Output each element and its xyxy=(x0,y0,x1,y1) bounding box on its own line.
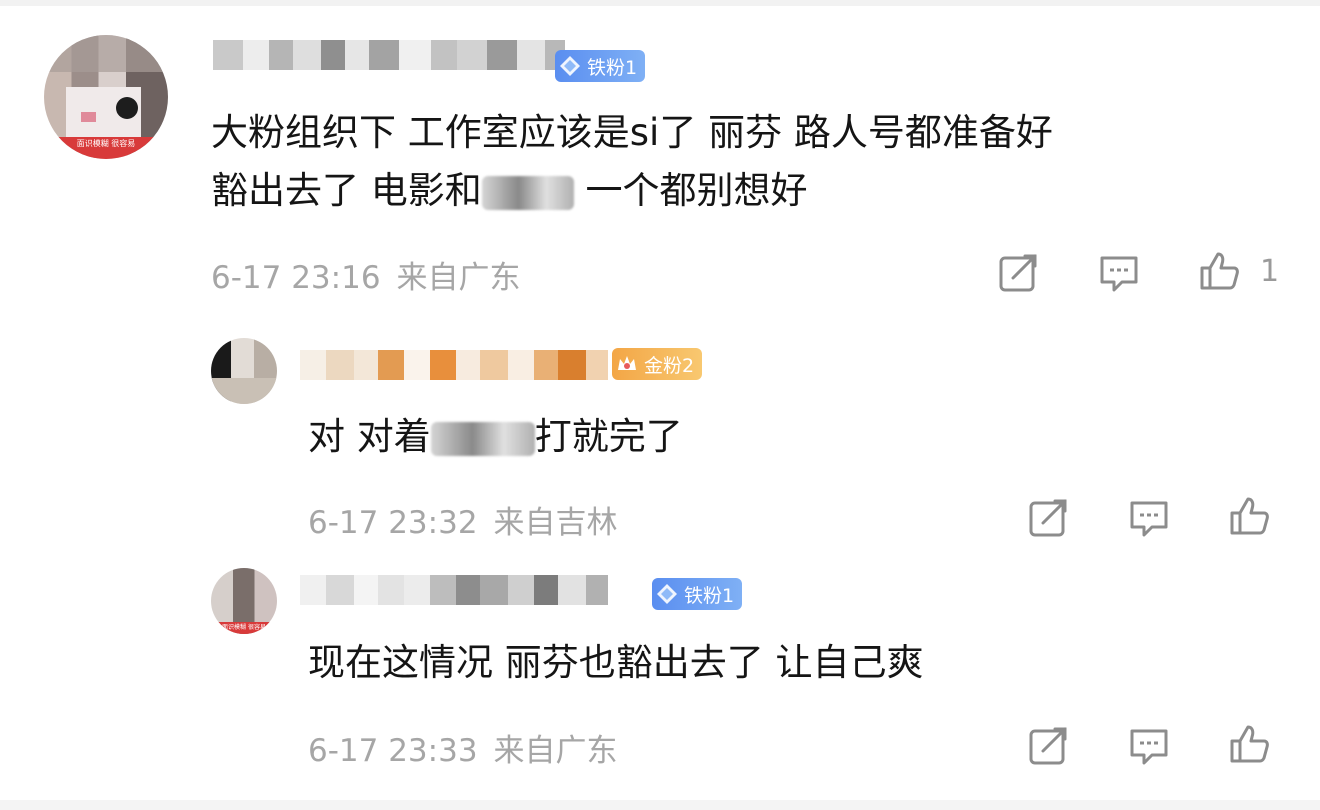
timestamp: 6-17 23:16 xyxy=(211,260,381,296)
comment-thread: 面识模糊 很容易 铁粉1 大粉组织下 工作室应该是si了 丽芬 路人号都准备好 … xyxy=(0,0,1320,810)
avatar[interactable]: 面识模糊 很容易 xyxy=(211,568,277,634)
timestamp: 6-17 23:33 xyxy=(308,733,478,769)
share-icon xyxy=(1029,499,1067,537)
like-icon xyxy=(1230,725,1269,763)
like-icon xyxy=(1200,252,1239,290)
comment-text-part: 一个都别想好 xyxy=(573,169,808,212)
badge-label: 铁粉1 xyxy=(684,584,735,607)
diamond-icon xyxy=(656,583,678,605)
crown-icon xyxy=(616,353,638,375)
reply-button[interactable] xyxy=(1128,725,1170,767)
like-button[interactable] xyxy=(1198,250,1240,292)
badge-label: 铁粉1 xyxy=(587,56,638,79)
share-button[interactable] xyxy=(1027,497,1069,539)
diamond-icon xyxy=(559,55,581,77)
comment-text-part: 打就完了 xyxy=(534,415,683,458)
like-button[interactable] xyxy=(1228,495,1270,537)
like-icon xyxy=(1230,497,1269,535)
comment-text: 现在这情况 丽芬也豁出去了 让自己爽 xyxy=(308,641,924,684)
fan-level-badge: 铁粉1 xyxy=(652,578,743,610)
comment-text-part: 豁出去了 电影和 xyxy=(211,169,482,212)
location: 来自广东 xyxy=(396,260,521,296)
comment-icon xyxy=(1130,729,1168,765)
comment-meta: 6-17 23:32 来自吉林 xyxy=(308,497,618,542)
location: 来自广东 xyxy=(493,733,618,769)
reply-button[interactable] xyxy=(1098,252,1140,294)
fan-level-badge: 金粉2 xyxy=(612,348,703,380)
username-blurred[interactable] xyxy=(300,350,608,380)
comment-text-part: 对 对着 xyxy=(308,415,431,458)
redacted-text xyxy=(481,175,574,210)
like-button[interactable] xyxy=(1228,723,1270,765)
like-count: 1 xyxy=(1260,254,1280,289)
location: 来自吉林 xyxy=(493,505,618,541)
redacted-text xyxy=(430,421,535,456)
avatar[interactable] xyxy=(211,338,277,404)
comment-icon xyxy=(1100,256,1138,292)
timestamp: 6-17 23:32 xyxy=(308,505,478,541)
share-icon xyxy=(1029,727,1067,765)
comment-meta: 6-17 23:16 来自广东 xyxy=(211,252,521,297)
share-icon xyxy=(999,254,1037,292)
username-blurred[interactable] xyxy=(300,575,608,605)
share-button[interactable] xyxy=(997,252,1039,294)
username-blurred[interactable] xyxy=(213,40,565,70)
reply-button[interactable] xyxy=(1128,497,1170,539)
avatar[interactable]: 面识模糊 很容易 xyxy=(44,35,168,159)
fan-level-badge: 铁粉1 xyxy=(555,50,646,82)
comment-line: 豁出去了 电影和 一个都别想好 xyxy=(211,162,1053,220)
avatar-caption: 面识模糊 很容易 xyxy=(44,136,168,159)
comment-text: 对 对着 打就完了 xyxy=(308,408,683,466)
bottom-divider xyxy=(0,800,1320,810)
comment-icon xyxy=(1130,501,1168,537)
comment-line: 大粉组织下 工作室应该是si了 丽芬 路人号都准备好 xyxy=(211,111,1053,154)
top-divider xyxy=(0,0,1320,6)
badge-label: 金粉2 xyxy=(644,354,695,377)
comment-text: 大粉组织下 工作室应该是si了 丽芬 路人号都准备好 豁出去了 电影和 一个都别… xyxy=(211,104,1053,220)
avatar-caption: 面识模糊 很容易 xyxy=(211,622,277,634)
comment-meta: 6-17 23:33 来自广东 xyxy=(308,725,618,770)
share-button[interactable] xyxy=(1027,725,1069,767)
